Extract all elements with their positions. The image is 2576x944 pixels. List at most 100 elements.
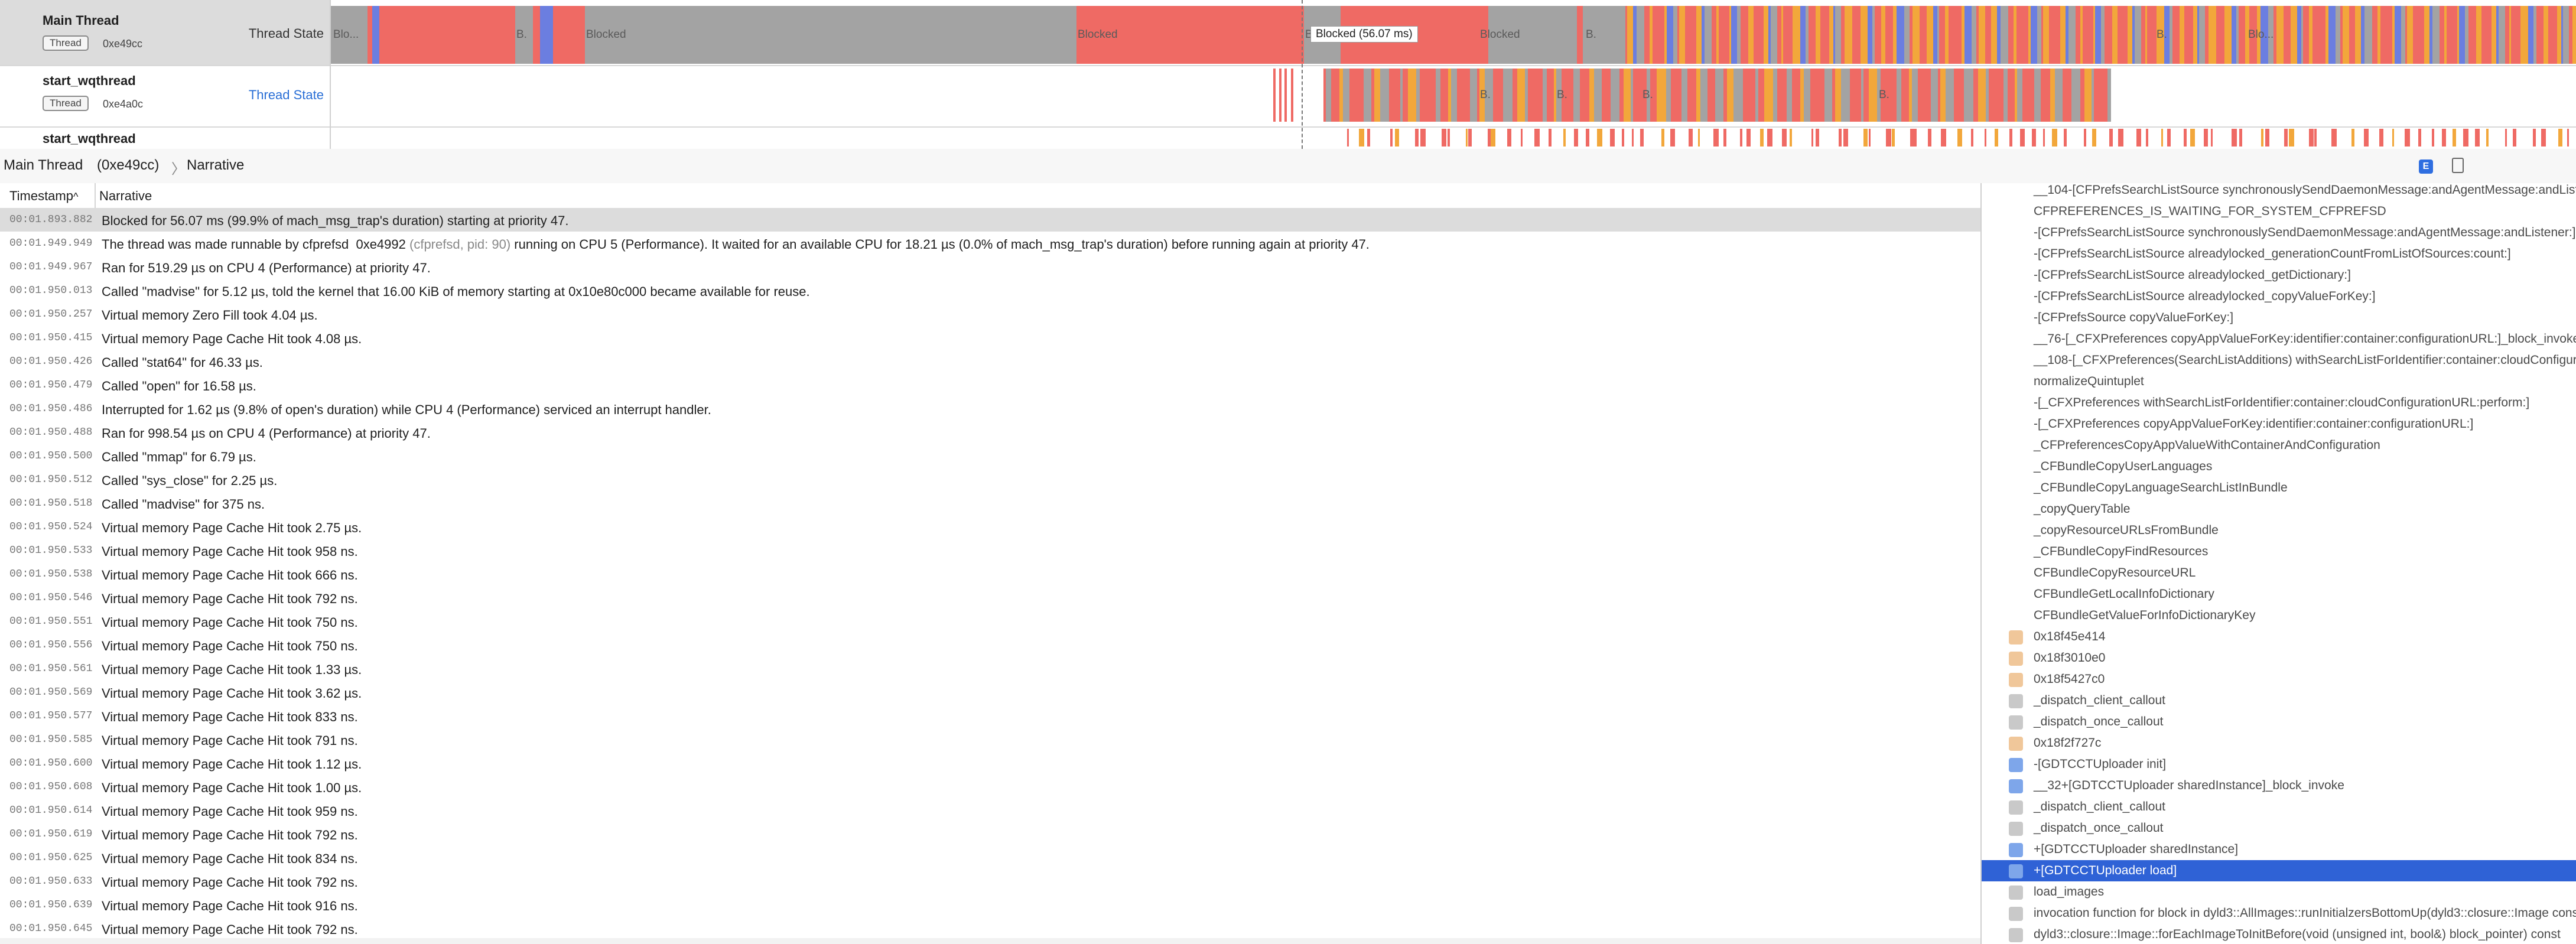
- state-segment[interactable]: [2239, 6, 2245, 64]
- table-row[interactable]: 00:01.950.479 Called "open" for 16.58 µs.: [0, 373, 1980, 397]
- table-row[interactable]: 00:01.950.614 Virtual memory Page Cache H…: [0, 799, 1980, 822]
- state-segment[interactable]: [2284, 6, 2288, 64]
- state-segment[interactable]: [1939, 6, 1945, 64]
- state-segment[interactable]: [2541, 129, 2546, 147]
- state-segment[interactable]: [2187, 6, 2193, 64]
- state-segment[interactable]: [2053, 6, 2060, 64]
- state-segment[interactable]: [1517, 69, 1525, 122]
- state-segment[interactable]: [2432, 6, 2440, 64]
- state-segment[interactable]: [1534, 129, 1540, 147]
- state-segment[interactable]: [1673, 6, 1677, 64]
- table-row[interactable]: 00:01.950.486 Interrupted for 1.62 µs (9.…: [0, 397, 1980, 421]
- state-segment[interactable]: [2520, 6, 2528, 64]
- stack-frame[interactable]: __76-[_CFXPreferences copyAppValueForKey…: [1982, 328, 2576, 350]
- table-row[interactable]: 00:01.950.569 Virtual memory Page Cache H…: [0, 681, 1980, 704]
- state-segment[interactable]: [1723, 129, 1726, 147]
- extended-detail-icon[interactable]: E: [2419, 159, 2433, 174]
- breadcrumb-section[interactable]: Narrative: [187, 157, 244, 174]
- state-segment[interactable]: [2172, 6, 2180, 64]
- state-segment[interactable]: [2128, 6, 2132, 64]
- state-segment[interactable]: [1928, 129, 1931, 147]
- state-segment[interactable]: [1689, 129, 1693, 147]
- state-segment[interactable]: [2453, 129, 2456, 147]
- state-segment[interactable]: [2135, 6, 2141, 64]
- state-segment[interactable]: [2239, 129, 2242, 147]
- state-segment[interactable]: [2355, 6, 2361, 64]
- state-segment[interactable]: [2476, 6, 2481, 64]
- state-segment[interactable]: [1771, 6, 1777, 64]
- state-segment[interactable]: [2453, 6, 2457, 64]
- state-segment[interactable]: [1835, 69, 1841, 122]
- state-segment[interactable]: [2071, 69, 2080, 122]
- state-segment[interactable]: [2052, 129, 2057, 147]
- state-segment[interactable]: [1811, 129, 1813, 147]
- state-segment[interactable]: [1920, 6, 1924, 64]
- table-row[interactable]: 00:01.950.426 Called "stat64" for 46.33 µ…: [0, 350, 1980, 373]
- state-segment[interactable]: [2528, 6, 2533, 64]
- state-segment[interactable]: [1627, 6, 1633, 64]
- state-segment[interactable]: [2034, 69, 2041, 122]
- state-segment[interactable]: [1521, 129, 1523, 147]
- table-row[interactable]: 00:01.950.625 Virtual memory Page Cache H…: [0, 846, 1980, 870]
- state-segment[interactable]: [2136, 129, 2141, 147]
- state-segment[interactable]: [1448, 129, 1450, 147]
- thread-state-lane[interactable]: [331, 126, 2576, 149]
- state-segment[interactable]: [2289, 129, 2294, 147]
- state-segment[interactable]: [1748, 6, 1754, 64]
- state-segment[interactable]: [1457, 69, 1466, 122]
- stack-frame[interactable]: -[GDTCCTUploader init]: [1982, 754, 2576, 775]
- stack-frame[interactable]: +[GDTCCTUploader sharedInstance]: [1982, 839, 2576, 860]
- state-segment[interactable]: [1886, 129, 1891, 147]
- state-segment[interactable]: [1746, 129, 1751, 147]
- state-segment[interactable]: [2146, 129, 2148, 147]
- state-segment[interactable]: [2372, 6, 2377, 64]
- state-segment[interactable]: [1854, 69, 1861, 122]
- state-segment[interactable]: [1349, 69, 1359, 122]
- table-row[interactable]: 00:01.950.488 Ran for 998.54 µs on CPU 4 …: [0, 421, 1980, 444]
- state-segment[interactable]: [2505, 6, 2509, 64]
- state-segment[interactable]: [2533, 129, 2536, 147]
- state-segment[interactable]: [1881, 6, 1885, 64]
- table-row[interactable]: 00:01.949.949 The thread was made runnabl…: [0, 232, 1980, 255]
- state-segment[interactable]: [2199, 6, 2205, 64]
- state-segment[interactable]: [1451, 69, 1457, 122]
- state-segment[interactable]: [2190, 129, 2195, 147]
- state-segment[interactable]: [1705, 6, 1712, 64]
- column-header-narrative[interactable]: Narrative: [99, 188, 152, 204]
- state-segment[interactable]: [1549, 129, 1552, 147]
- state-segment[interactable]: [2407, 6, 2413, 64]
- state-segment[interactable]: [1839, 129, 1842, 147]
- table-row[interactable]: 00:01.950.257 Virtual memory Zero Fill to…: [0, 302, 1980, 326]
- state-segment[interactable]: [2083, 6, 2089, 64]
- breadcrumb-thread-id[interactable]: (0xe49cc): [97, 157, 159, 174]
- state-segment[interactable]: [1389, 69, 1393, 122]
- state-segment[interactable]: [1931, 69, 1938, 122]
- state-segment[interactable]: [2511, 6, 2517, 64]
- stack-frame[interactable]: +[GDTCCTUploader load]: [1982, 860, 2576, 881]
- state-segment[interactable]: [1777, 6, 1781, 64]
- state-segment[interactable]: [1979, 6, 1985, 64]
- state-segment[interactable]: [1940, 69, 1946, 122]
- state-segment[interactable]: [372, 6, 379, 64]
- state-segment[interactable]: [1466, 69, 1470, 122]
- stack-frame[interactable]: -[_CFXPreferences copyAppValueForKey:ide…: [1982, 414, 2576, 435]
- state-segment[interactable]: [1700, 69, 1707, 122]
- state-segment[interactable]: [1758, 69, 1764, 122]
- state-segment[interactable]: [1640, 129, 1644, 147]
- state-segment[interactable]: [2089, 6, 2093, 64]
- stack-frame[interactable]: -[CFPrefsSearchListSource alreadylocked_…: [1982, 286, 2576, 307]
- state-segment[interactable]: [1852, 6, 1858, 64]
- stack-frame[interactable]: 0x18f2f727c: [1982, 733, 2576, 754]
- state-segment[interactable]: [2016, 6, 2024, 64]
- state-segment[interactable]: [1985, 129, 1986, 147]
- stack-frame[interactable]: _copyResourceURLsFromBundle: [1982, 520, 2576, 541]
- state-segment[interactable]: [2003, 69, 2008, 122]
- state-segment[interactable]: [2388, 6, 2392, 64]
- state-segment[interactable]: [1624, 69, 1631, 122]
- table-row[interactable]: 00:01.950.415 Virtual memory Page Cache H…: [0, 326, 1980, 350]
- state-segment[interactable]: [2309, 129, 2314, 147]
- state-segment[interactable]: [2336, 6, 2340, 64]
- state-segment[interactable]: [1436, 69, 1440, 122]
- state-segment[interactable]: [1841, 69, 1850, 122]
- state-segment[interactable]: [1359, 129, 1364, 147]
